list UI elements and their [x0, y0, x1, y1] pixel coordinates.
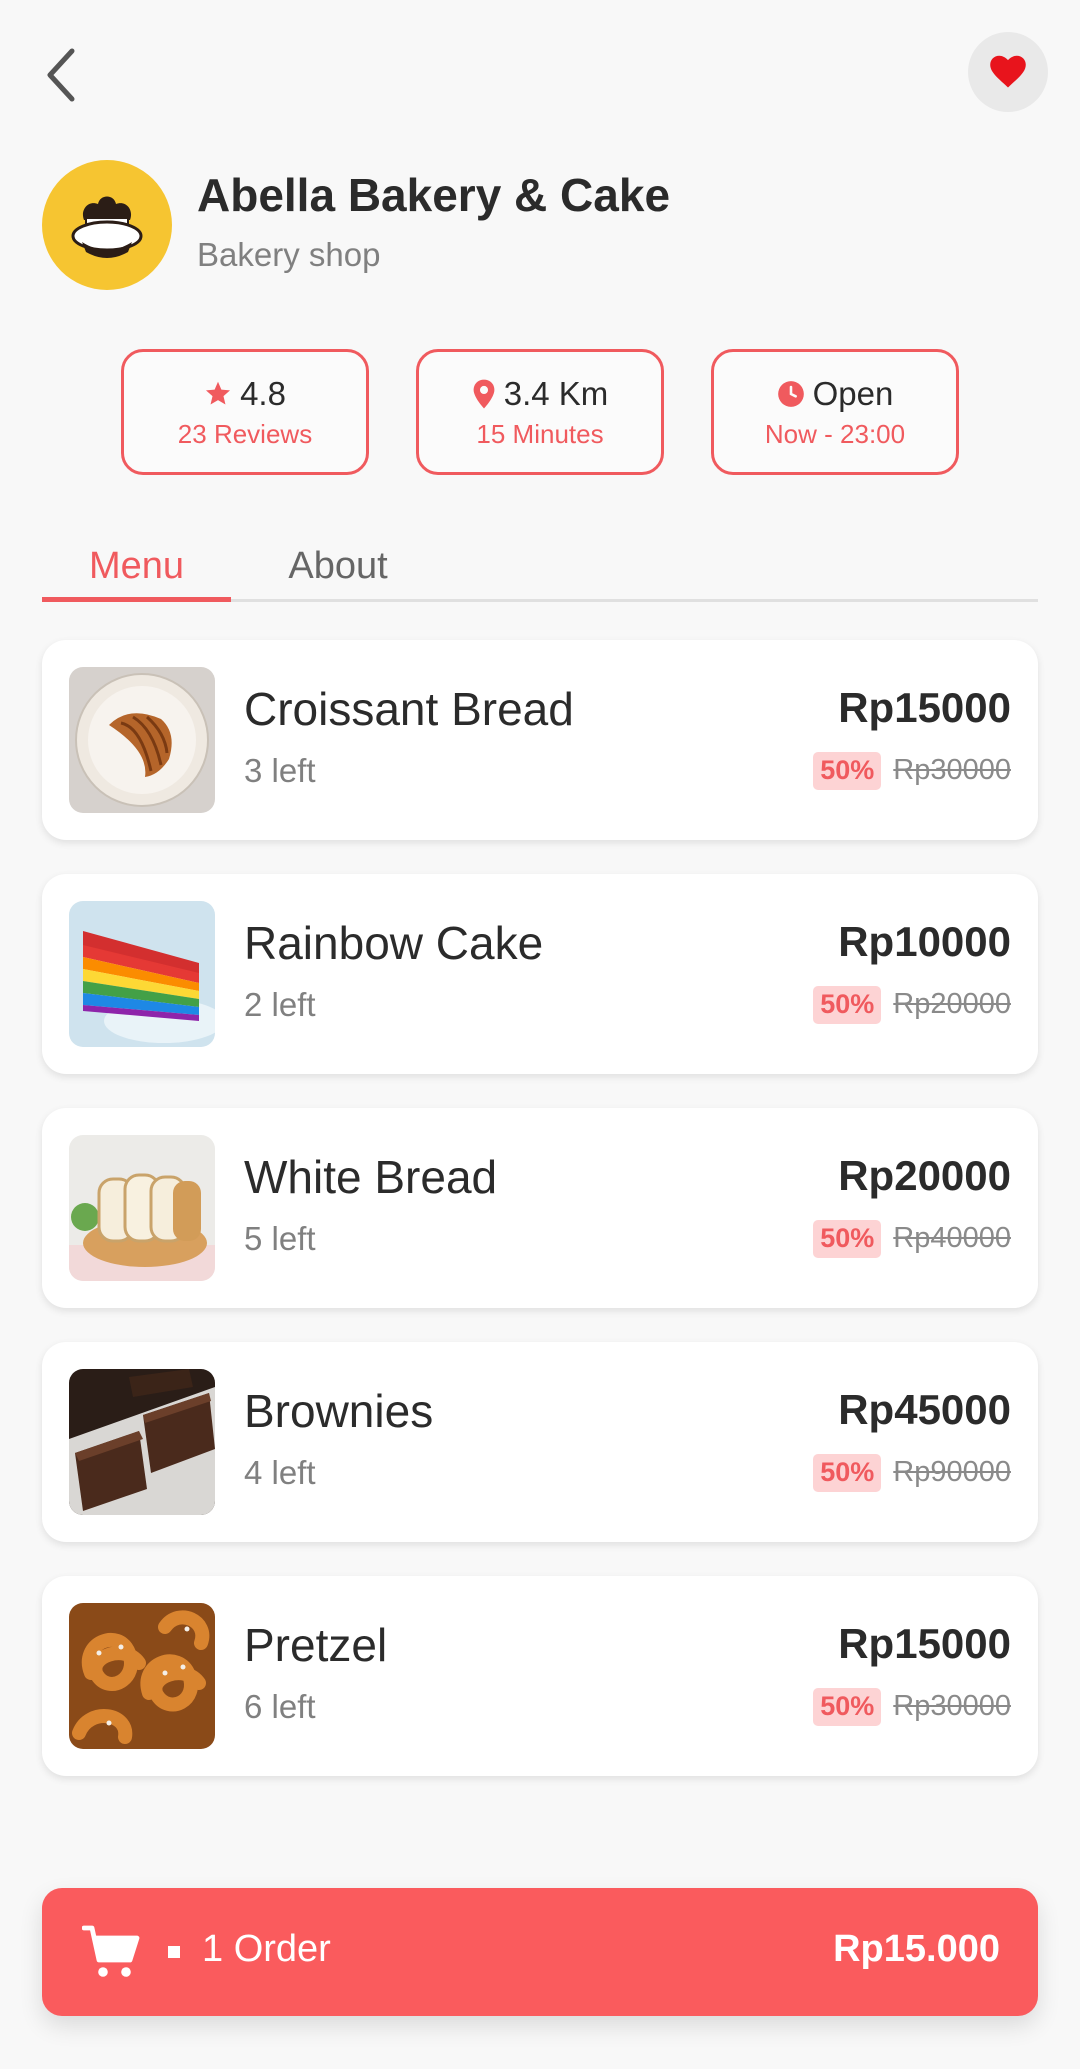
order-summary-button[interactable]: 1 Order Rp15.000 [42, 1888, 1038, 2016]
brownies-image [69, 1369, 215, 1515]
item-discount-row: 50% Rp40000 [813, 1220, 1011, 1258]
original-price: Rp20000 [893, 988, 1011, 1021]
open-status: Open [812, 374, 894, 412]
hours-card[interactable]: Open Now - 23:00 [711, 349, 959, 475]
shop-stats: 4.8 23 Reviews 3.4 Km 15 Minutes Open No… [121, 349, 959, 475]
original-price: Rp30000 [893, 1690, 1011, 1723]
item-price: Rp15000 [838, 684, 1011, 731]
shop-header: Abella Bakery & Cake Bakery shop [42, 160, 1042, 292]
pretzel-image [69, 1603, 215, 1749]
discount-badge: 50% [813, 986, 882, 1024]
discount-badge: 50% [813, 752, 882, 790]
item-discount-row: 50% Rp20000 [813, 986, 1011, 1024]
original-price: Rp30000 [893, 754, 1011, 787]
travel-time: 15 Minutes [476, 418, 604, 449]
content-tabs: Menu About [42, 530, 1038, 602]
croissant-image [69, 667, 215, 813]
item-discount-row: 50% Rp90000 [813, 1454, 1011, 1492]
menu-item-croissant[interactable]: Croissant Bread 3 left Rp15000 50% Rp300… [42, 640, 1038, 840]
item-name: Croissant Bread [244, 683, 574, 735]
shop-name: Abella Bakery & Cake [197, 169, 671, 221]
item-price: Rp10000 [838, 918, 1011, 965]
back-button[interactable] [34, 40, 90, 110]
menu-item-white-bread[interactable]: White Bread 5 left Rp20000 50% Rp40000 [42, 1108, 1038, 1308]
tab-about[interactable]: About [268, 530, 408, 602]
item-stock: 6 left [244, 1688, 316, 1725]
item-stock: 4 left [244, 1454, 316, 1491]
item-name: Brownies [244, 1385, 434, 1437]
item-stock: 2 left [244, 986, 316, 1023]
original-price: Rp90000 [893, 1456, 1011, 1489]
shop-logo [42, 160, 172, 290]
white-bread-image [69, 1135, 215, 1281]
discount-badge: 50% [813, 1220, 882, 1258]
tab-menu[interactable]: Menu [42, 530, 231, 602]
distance-value: 3.4 Km [503, 374, 609, 412]
clock-icon [777, 380, 804, 407]
item-name: White Bread [244, 1151, 498, 1203]
item-price: Rp15000 [838, 1620, 1011, 1667]
reviews-count: 23 Reviews [177, 418, 313, 449]
top-bar [0, 0, 1080, 150]
separator-dot [168, 1946, 180, 1958]
item-name: Rainbow Cake [244, 917, 544, 969]
menu-item-brownies[interactable]: Brownies 4 left Rp45000 50% Rp90000 [42, 1342, 1038, 1542]
cart-icon [82, 1925, 140, 1977]
heart-icon [990, 55, 1026, 88]
chevron-left-icon [47, 48, 75, 102]
original-price: Rp40000 [893, 1222, 1011, 1255]
item-name: Pretzel [244, 1619, 388, 1671]
item-price: Rp45000 [838, 1386, 1011, 1433]
item-stock: 3 left [244, 752, 316, 789]
item-discount-row: 50% Rp30000 [813, 1688, 1011, 1726]
discount-badge: 50% [813, 1688, 882, 1726]
discount-badge: 50% [813, 1454, 882, 1492]
shop-category: Bakery shop [197, 236, 381, 273]
favorite-button[interactable] [968, 32, 1048, 112]
opening-hours: Now - 23:00 [764, 418, 906, 449]
star-icon [206, 381, 231, 405]
menu-item-rainbow-cake[interactable]: Rainbow Cake 2 left Rp10000 50% Rp20000 [42, 874, 1038, 1074]
rating-card[interactable]: 4.8 23 Reviews [121, 349, 369, 475]
menu-item-pretzel[interactable]: Pretzel 6 left Rp15000 50% Rp30000 [42, 1576, 1038, 1776]
rainbow-cake-image [69, 901, 215, 1047]
order-count: 1 Order [202, 1928, 331, 1970]
item-discount-row: 50% Rp30000 [813, 752, 1011, 790]
order-total: Rp15.000 [833, 1928, 1000, 1970]
item-stock: 5 left [244, 1220, 316, 1257]
location-pin-icon [473, 379, 495, 409]
item-price: Rp20000 [838, 1152, 1011, 1199]
distance-card[interactable]: 3.4 Km 15 Minutes [416, 349, 664, 475]
rating-value: 4.8 [240, 374, 286, 412]
